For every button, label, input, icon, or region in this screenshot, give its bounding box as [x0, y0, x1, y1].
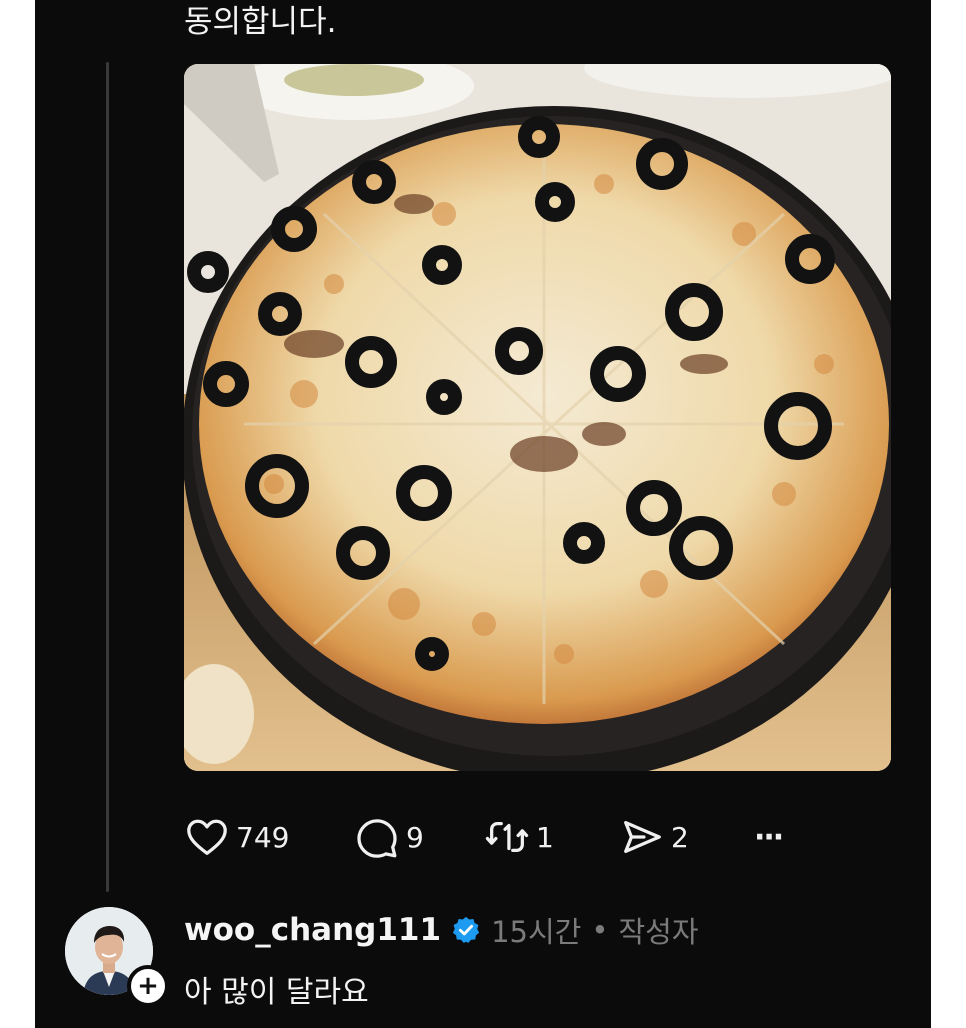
post-image[interactable]: [184, 64, 891, 771]
reply-text: 아 많이 달라요: [184, 975, 369, 1010]
pizza-photo: [184, 64, 891, 771]
thread-line: [106, 62, 109, 892]
like-count: 749: [236, 820, 290, 854]
reply-item: + woo_chang111 15시간 • 작성자 아 많이 달라요: [63, 905, 923, 1015]
meta-separator: •: [591, 913, 609, 947]
username[interactable]: woo_chang111: [184, 912, 441, 948]
reply-count: 9: [406, 820, 424, 854]
post-actions: 749 9 1 2 ···: [184, 810, 814, 864]
reply-header: woo_chang111 15시간 • 작성자: [184, 909, 699, 951]
comment-icon: [357, 819, 397, 858]
more-options-button[interactable]: ···: [754, 820, 814, 855]
like-button[interactable]: 749: [184, 814, 354, 860]
thread-view: 동의합니다. 749 9 1 2 ··· + woo_chang111 15시간…: [35, 0, 931, 1028]
send-icon: [624, 820, 661, 854]
verified-badge-icon: [451, 915, 481, 945]
timestamp: 15시간: [491, 915, 582, 949]
reply-button[interactable]: 9: [354, 814, 484, 860]
repost-count: 1: [536, 820, 554, 854]
post-text: 동의합니다.: [184, 4, 337, 40]
more-icon: ···: [754, 819, 784, 855]
follow-button[interactable]: +: [127, 965, 169, 1007]
repost-button[interactable]: 1: [484, 814, 619, 860]
share-count: 2: [671, 820, 689, 854]
share-button[interactable]: 2: [619, 814, 754, 860]
author-tag: 작성자: [618, 915, 699, 949]
heart-icon: [187, 819, 227, 855]
repost-icon: [485, 821, 529, 853]
